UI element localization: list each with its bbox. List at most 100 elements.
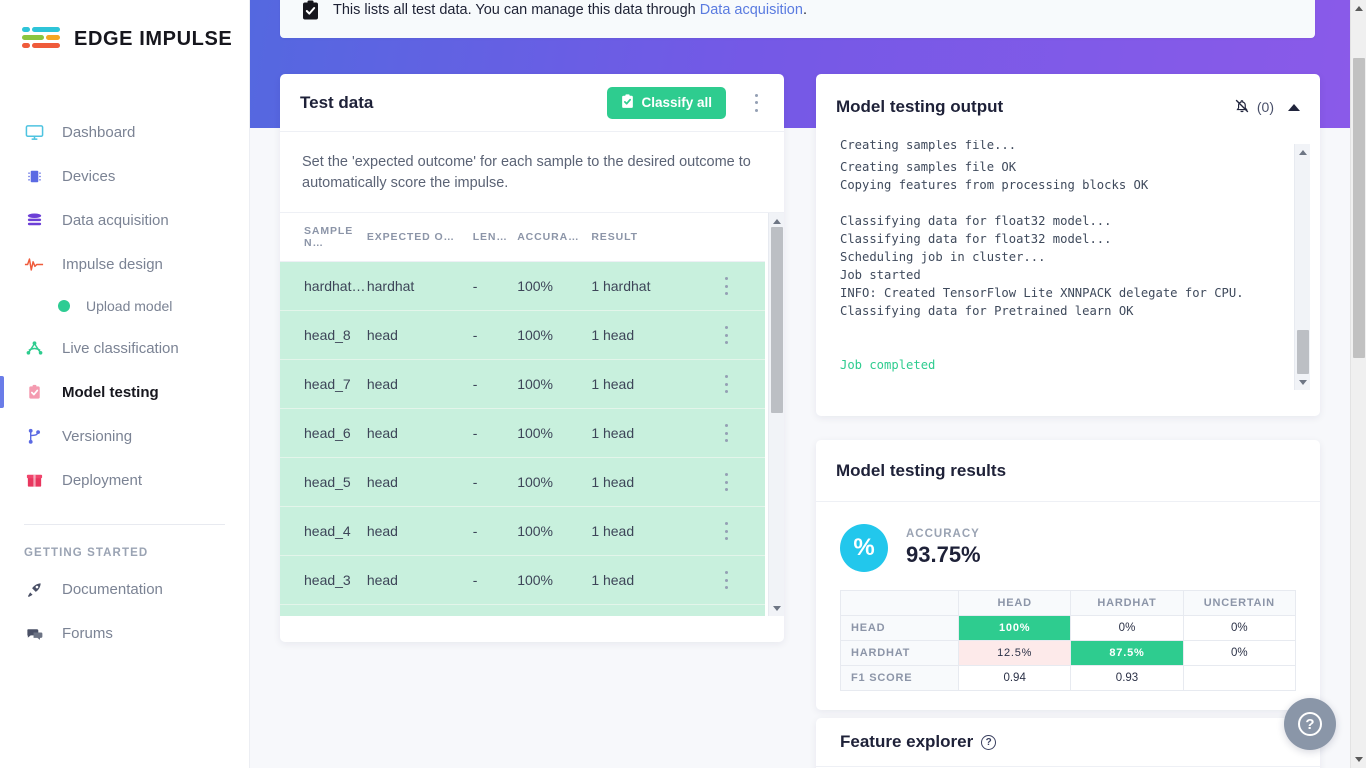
banner-link-data-acquisition[interactable]: Data acquisition [700, 2, 803, 18]
sidebar-item-impulse-design[interactable]: Impulse design [0, 242, 249, 286]
log-line: Copying features from processing blocks … [840, 178, 1149, 192]
matrix-cell: 0% [1070, 615, 1184, 641]
feature-explorer-header: Feature explorer ? [816, 718, 1320, 752]
table-row[interactable]: head_5 head - 100% 1 head [280, 457, 765, 508]
table-row[interactable]: hardhat… hardhat - 100% 1 hardhat [280, 261, 765, 312]
row-kebab-menu-icon[interactable] [718, 522, 734, 541]
column-header-actions [718, 213, 765, 263]
row-kebab-menu-icon[interactable] [718, 326, 734, 345]
sidebar: EDGE IMPULSE Dashboard Devices Data acqu… [0, 0, 250, 768]
row-kebab-menu-icon[interactable] [718, 473, 734, 492]
sidebar-item-devices[interactable]: Devices [0, 154, 249, 198]
table-row[interactable]: head_3 head - 100% 1 head [280, 555, 765, 606]
sidebar-item-label: Dashboard [62, 123, 136, 141]
sidebar-item-data-acquisition[interactable]: Data acquisition [0, 198, 249, 242]
output-scrollbar[interactable] [1294, 144, 1310, 390]
sidebar-item-label: Live classification [62, 339, 179, 357]
cell-length: - [472, 457, 518, 508]
column-header-result[interactable]: RESULT [591, 213, 719, 263]
notification-indicator[interactable]: (0) [1233, 97, 1274, 118]
test-data-table: SAMPLE N… EXPECTED O… LEN… ACCURA… RESUL… [280, 213, 765, 617]
cell-sample-name: hardhat… [280, 261, 367, 312]
row-kebab-menu-icon[interactable] [718, 277, 734, 296]
banner-text-after: . [802, 2, 807, 18]
column-header-accuracy[interactable]: ACCURA… [517, 213, 592, 263]
scrollbar-thumb[interactable] [1353, 58, 1365, 358]
column-header-expected-outcome[interactable]: EXPECTED O… [366, 213, 473, 263]
test-data-scrollbar[interactable] [768, 213, 784, 617]
matrix-cell [1182, 665, 1297, 691]
branch-icon [24, 426, 44, 446]
matrix-cell: 12.5% [957, 640, 1072, 666]
feature-explorer-divider [816, 766, 1320, 767]
log-line: Scheduling job in cluster... [840, 250, 1046, 264]
feature-explorer-card: Feature explorer ? [816, 718, 1320, 768]
kebab-menu-icon[interactable] [748, 93, 764, 112]
matrix-cell: 87.5% [1070, 640, 1184, 666]
sidebar-item-label: Deployment [62, 471, 143, 489]
sidebar-item-model-testing[interactable]: Model testing [0, 370, 249, 414]
table-row[interactable]: head_8 head - 100% 1 head [280, 310, 765, 361]
cell-length: - [472, 555, 518, 606]
output-console[interactable]: Creating samples file... Creating sample… [816, 140, 1310, 390]
table-row[interactable]: head_7 head - 100% 1 head [280, 359, 765, 410]
sidebar-item-documentation[interactable]: Documentation [0, 567, 249, 611]
test-data-description: Set the 'expected outcome' for each samp… [302, 154, 751, 192]
sidebar-item-live-classification[interactable]: Live classification [0, 326, 249, 370]
cell-actions [718, 408, 765, 459]
scrollbar-thumb[interactable] [771, 227, 783, 414]
cell-result: 1 head [591, 555, 719, 606]
matrix-cell: 0.94 [957, 665, 1072, 691]
row-kebab-menu-icon[interactable] [718, 375, 734, 394]
scroll-down-arrow-icon[interactable] [769, 600, 784, 616]
scrollbar-thumb[interactable] [1297, 330, 1309, 374]
cell-sample-name: head_8 [280, 310, 367, 361]
table-row[interactable]: head_4 head - 100% 1 head [280, 506, 765, 557]
sidebar-item-dashboard[interactable]: Dashboard [0, 110, 249, 154]
cell-accuracy: 100% [517, 261, 592, 312]
cell-accuracy: 100% [517, 506, 592, 557]
table-row[interactable]: head_6 head - 100% 1 head [280, 408, 765, 459]
cell-result: 1 head [591, 457, 719, 508]
accuracy-row: % ACCURACY 93.75% [816, 502, 1320, 590]
cell-length: - [472, 261, 518, 312]
monitor-icon [24, 122, 44, 142]
chat-icon [24, 623, 44, 643]
cell-length: - [472, 359, 518, 410]
log-line: Classifying data for float32 model... [840, 232, 1112, 246]
matrix-row-label: HEAD [840, 615, 959, 641]
scroll-up-arrow-icon[interactable] [1351, 0, 1366, 17]
question-circle-icon[interactable]: ? [981, 734, 997, 750]
matrix-corner-cell [840, 590, 959, 616]
sidebar-item-versioning[interactable]: Versioning [0, 414, 249, 458]
cell-actions [718, 457, 765, 508]
confusion-matrix-table: HEAD HARDHAT UNCERTAIN HEAD 100% 0% 0% H… [840, 590, 1297, 691]
box-icon [24, 470, 44, 490]
cell-result: 1 hardhat [591, 261, 719, 312]
test-data-title: Test data [300, 92, 374, 112]
scroll-down-arrow-icon[interactable] [1295, 374, 1310, 390]
cell-result: 1 head [591, 506, 719, 557]
chip-icon [24, 166, 44, 186]
sidebar-item-label: Documentation [62, 580, 163, 598]
cell-accuracy: 100% [517, 359, 592, 410]
column-header-length[interactable]: LEN… [472, 213, 518, 263]
sidebar-item-deployment[interactable]: Deployment [0, 458, 249, 502]
browser-scrollbar[interactable] [1350, 0, 1366, 768]
edge-impulse-logo-icon [22, 24, 64, 54]
chevron-up-icon[interactable] [1288, 103, 1300, 111]
feature-explorer-title: Feature explorer [840, 732, 974, 751]
help-button[interactable]: ? [1284, 698, 1336, 750]
scroll-up-arrow-icon[interactable] [1295, 144, 1310, 160]
classify-all-button[interactable]: Classify all [607, 86, 726, 119]
row-kebab-menu-icon[interactable] [718, 571, 734, 590]
cell-actions [718, 359, 765, 410]
sidebar-subitem-upload-model[interactable]: Upload model [0, 286, 249, 326]
scroll-down-arrow-icon[interactable] [1351, 751, 1366, 768]
table-row-partial[interactable] [280, 604, 765, 617]
sidebar-item-forums[interactable]: Forums [0, 611, 249, 655]
row-kebab-menu-icon[interactable] [718, 424, 734, 443]
column-header-sample-name[interactable]: SAMPLE N… [280, 213, 367, 263]
matrix-cell: 100% [957, 615, 1072, 641]
brand-logo-wrap[interactable]: EDGE IMPULSE [0, 0, 249, 54]
